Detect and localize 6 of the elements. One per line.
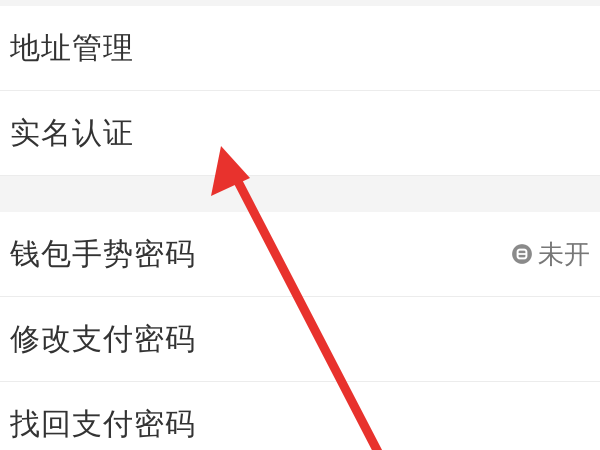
lock-icon	[511, 243, 533, 265]
settings-item[interactable]: 修改支付密码	[0, 297, 600, 382]
settings-item[interactable]: 地址管理	[0, 6, 600, 91]
settings-item[interactable]: 钱包手势密码 未开	[0, 212, 600, 297]
settings-item[interactable]: 找回支付密码	[0, 382, 600, 450]
status-text: 未开	[538, 238, 590, 272]
